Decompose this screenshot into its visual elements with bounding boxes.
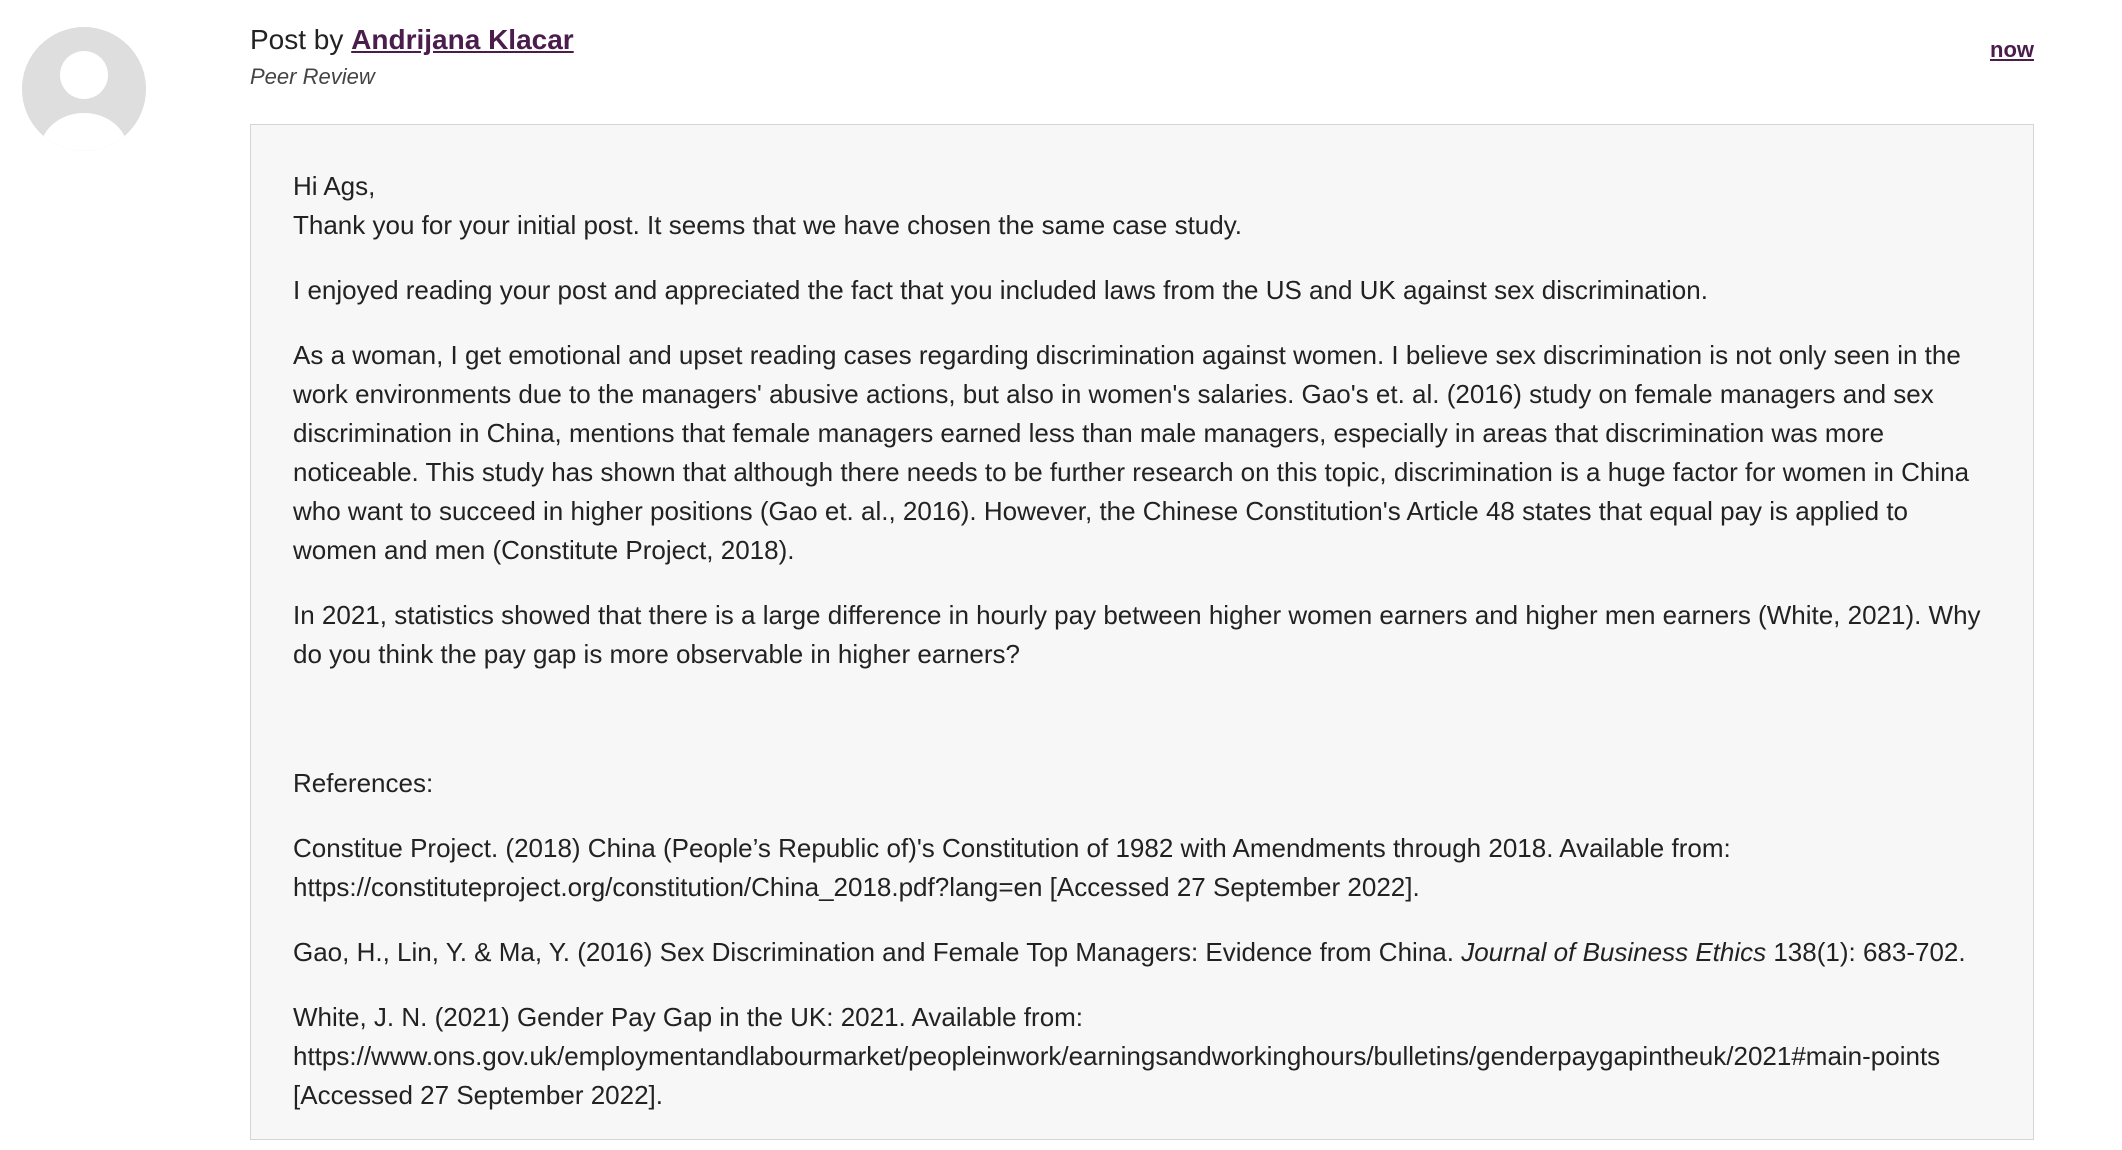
default-user-avatar-icon (22, 27, 146, 151)
author-avatar (22, 27, 146, 151)
reference-item: White, J. N. (2021) Gender Pay Gap in th… (293, 1002, 1941, 1110)
post-timestamp-link[interactable]: now (1990, 37, 2034, 63)
reference-text: Gao, H., Lin, Y. & Ma, Y. (2016) Sex Dis… (293, 937, 1462, 967)
post-content: Hi Ags, Thank you for your initial post.… (250, 124, 2034, 1140)
post-paragraph: I enjoyed reading your post and apprecia… (293, 275, 1708, 305)
post-paragraph: Thank you for your initial post. It seem… (293, 210, 1242, 240)
journal-title: Journal of Business Ethics (1461, 937, 1767, 967)
post-byline: Post by Andrijana Klacar (250, 20, 574, 60)
reference-item: Gao, H., Lin, Y. & Ma, Y. (2016) Sex Dis… (293, 933, 1993, 972)
byline-prefix: Post by (250, 24, 344, 55)
reference-text: 138(1): 683-702. (1766, 937, 1966, 967)
author-link[interactable]: Andrijana Klacar (351, 24, 574, 55)
post-header: Post by Andrijana Klacar Peer Review (250, 20, 574, 92)
post-paragraph: In 2021, statistics showed that there is… (293, 600, 1981, 669)
author-role: Peer Review (250, 64, 375, 89)
post-paragraph: As a woman, I get emotional and upset re… (293, 340, 1970, 565)
post-greeting: Hi Ags, (293, 171, 376, 201)
reference-item: Constitue Project. (2018) China (People’… (293, 833, 1731, 902)
references-heading: References: (293, 768, 434, 798)
